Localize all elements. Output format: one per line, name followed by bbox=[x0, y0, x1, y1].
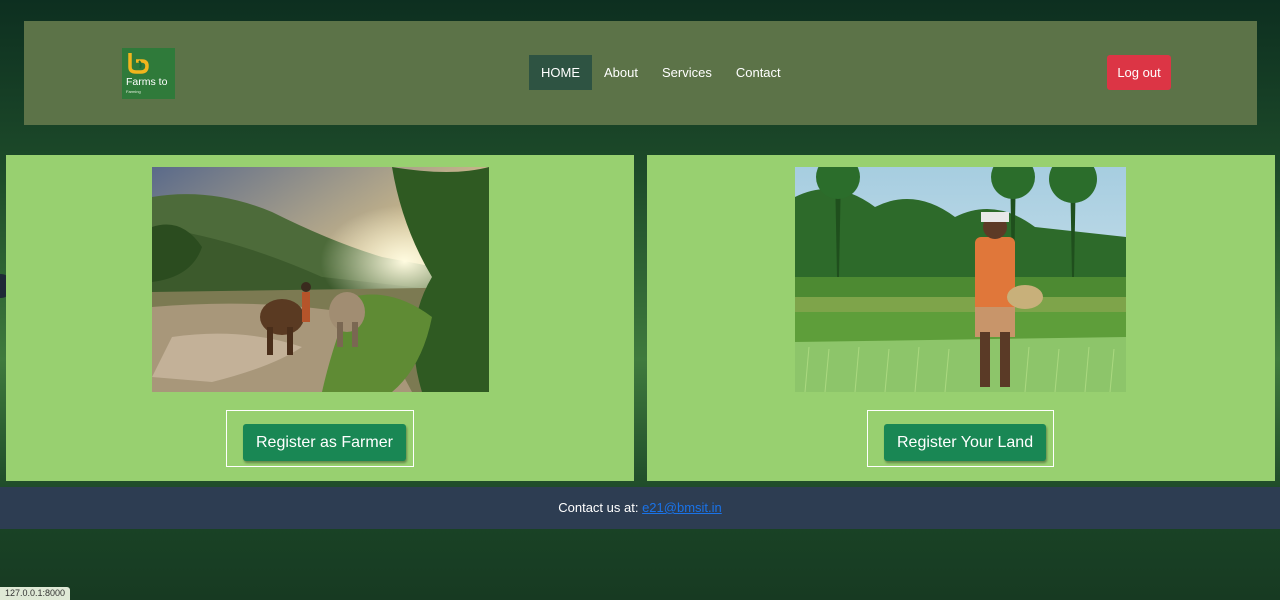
site-header: Farms to Farming HOME About Services Con… bbox=[24, 21, 1257, 125]
logout-button[interactable]: Log out bbox=[1107, 55, 1171, 90]
farmer-sowing-image bbox=[795, 167, 1126, 392]
nav-about[interactable]: About bbox=[592, 55, 650, 90]
nav-contact[interactable]: Contact bbox=[724, 55, 793, 90]
register-farmer-button[interactable]: Register as Farmer bbox=[243, 424, 406, 461]
main-nav: HOME About Services Contact bbox=[529, 55, 793, 90]
logo-text: Farms to bbox=[126, 76, 168, 88]
logo-subtext: Farming bbox=[126, 89, 141, 94]
contact-email-link[interactable]: e21@bmsit.in bbox=[642, 500, 722, 515]
register-land-frame: Register Your Land bbox=[867, 410, 1054, 467]
register-land-button[interactable]: Register Your Land bbox=[884, 424, 1047, 461]
contact-label: Contact us at: bbox=[558, 500, 639, 515]
nav-services[interactable]: Services bbox=[650, 55, 724, 90]
leaf-logo-icon bbox=[128, 53, 149, 74]
site-footer: Contact us at: e21@bmsit.in bbox=[0, 487, 1280, 529]
farmer-ploughing-image bbox=[152, 167, 489, 392]
land-card: Register Your Land bbox=[647, 155, 1275, 481]
farmer-card: Register as Farmer bbox=[6, 155, 634, 481]
nav-home[interactable]: HOME bbox=[529, 55, 592, 90]
site-logo[interactable]: Farms to Farming bbox=[122, 48, 175, 99]
status-bar-url: 127.0.0.1:8000 bbox=[0, 587, 71, 600]
register-farmer-frame: Register as Farmer bbox=[226, 410, 414, 467]
